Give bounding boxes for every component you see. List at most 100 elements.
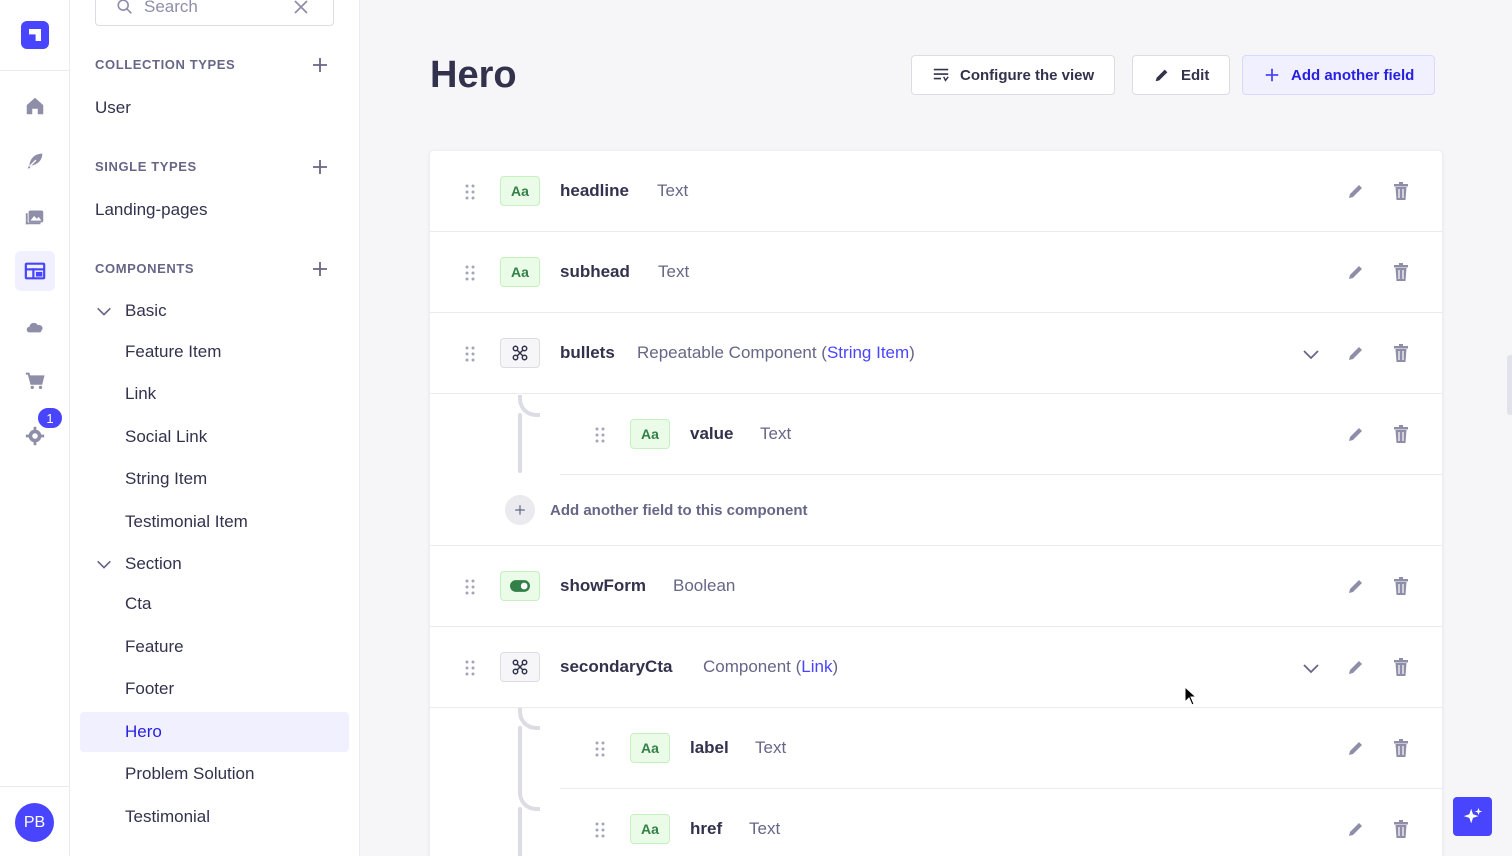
toggle-icon	[510, 580, 530, 592]
add-single-type-icon[interactable]	[310, 157, 330, 177]
trash-icon[interactable]	[1391, 738, 1411, 758]
drag-handle-icon[interactable]	[590, 739, 610, 759]
drag-handle-icon[interactable]	[460, 658, 480, 678]
field-type-prefix: Repeatable Component (	[637, 343, 827, 362]
component-link-feature-item[interactable]: Feature Item	[125, 342, 221, 362]
trash-icon[interactable]	[1391, 657, 1411, 677]
component-link-string-item[interactable]: String Item	[827, 343, 909, 362]
drag-handle-icon[interactable]	[460, 182, 480, 202]
main-nav-rail: 1 PB	[0, 0, 70, 856]
component-link-testimonial-item[interactable]: Testimonial Item	[125, 512, 248, 532]
edit-button[interactable]: Edit	[1132, 55, 1231, 95]
pencil-icon[interactable]	[1346, 657, 1366, 677]
side-panel-handle[interactable]	[1507, 355, 1512, 415]
close-icon[interactable]	[291, 0, 311, 17]
add-field-to-component-button[interactable]: Add another field to this component	[505, 495, 808, 525]
plus-icon	[1265, 68, 1279, 82]
add-another-field-button[interactable]: Add another field	[1242, 55, 1436, 95]
drag-handle-icon[interactable]	[460, 263, 480, 283]
field-type: Text	[755, 738, 787, 757]
cart-icon[interactable]	[15, 361, 55, 401]
single-types-heading: SINGLE TYPES	[95, 159, 197, 174]
pencil-icon[interactable]	[1346, 343, 1366, 363]
add-collection-type-icon[interactable]	[310, 55, 330, 75]
field-type: Text	[658, 262, 690, 281]
search-placeholder: Search	[144, 0, 198, 16]
drag-handle-icon[interactable]	[460, 577, 480, 597]
field-row-subhead: Aa subhead Text	[430, 232, 1442, 313]
nav-link-user[interactable]: User	[95, 98, 131, 118]
drag-handle-icon[interactable]	[460, 344, 480, 364]
component-link-cta[interactable]: Cta	[125, 594, 151, 614]
component-link-testimonial[interactable]: Testimonial	[125, 807, 210, 827]
trash-icon[interactable]	[1391, 262, 1411, 282]
text-field-icon: Aa	[630, 419, 670, 449]
component-link-feature[interactable]: Feature	[125, 637, 184, 657]
component-link-social-link[interactable]: Social Link	[125, 427, 207, 447]
home-icon[interactable]	[15, 86, 55, 126]
nesting-line	[518, 413, 522, 473]
rail-divider-bottom	[0, 786, 70, 787]
media-library-icon[interactable]	[15, 196, 55, 236]
fields-list: Aa headline Text Aa subhead Text bullets…	[430, 151, 1442, 856]
field-name: subhead	[560, 262, 630, 281]
component-field-icon	[500, 652, 540, 682]
trash-icon[interactable]	[1391, 424, 1411, 444]
field-name: value	[690, 424, 734, 443]
trash-icon[interactable]	[1391, 343, 1411, 363]
component-link-link[interactable]: Link	[801, 657, 832, 676]
field-row-bullets: bullets Repeatable Component (String Ite…	[430, 313, 1442, 394]
ai-assistant-button[interactable]	[1453, 797, 1492, 836]
add-field-to-component-label: Add another field to this component	[550, 501, 808, 519]
page-title: Hero	[430, 54, 517, 96]
content-type-builder-icon[interactable]	[15, 251, 55, 291]
component-link-hero[interactable]: Hero	[125, 722, 162, 742]
pencil-icon[interactable]	[1346, 738, 1366, 758]
field-type-prefix: Component (	[703, 657, 802, 676]
configure-view-button[interactable]: Configure the view	[911, 55, 1116, 95]
text-field-icon: Aa	[630, 733, 670, 763]
feather-icon[interactable]	[15, 141, 55, 181]
drag-handle-icon[interactable]	[590, 425, 610, 445]
main-content: Hero Configure the view Edit Add another…	[360, 0, 1512, 856]
component-link-link[interactable]: Link	[125, 384, 156, 404]
add-another-field-label: Add another field	[1291, 66, 1415, 84]
trash-icon[interactable]	[1391, 576, 1411, 596]
strapi-logo[interactable]	[21, 21, 49, 49]
field-type: Repeatable Component (String Item)	[637, 343, 915, 363]
add-component-icon[interactable]	[310, 259, 330, 279]
pencil-icon[interactable]	[1346, 262, 1366, 282]
pencil-icon	[1155, 69, 1168, 82]
field-type: Text	[657, 181, 689, 200]
collection-types-heading: COLLECTION TYPES	[95, 57, 236, 72]
search-icon	[117, 0, 132, 14]
component-group-basic[interactable]: Basic	[95, 301, 167, 321]
rail-divider	[0, 70, 70, 71]
nav-link-landing-pages[interactable]: Landing-pages	[95, 200, 207, 220]
component-link-problem-solution[interactable]: Problem Solution	[125, 764, 254, 784]
component-link-footer[interactable]: Footer	[125, 679, 174, 699]
field-type: Component (Link)	[703, 657, 838, 677]
pencil-icon[interactable]	[1346, 181, 1366, 201]
chevron-down-icon[interactable]	[1301, 344, 1321, 364]
drag-handle-icon[interactable]	[590, 820, 610, 840]
component-group-section[interactable]: Section	[95, 554, 182, 574]
edit-label: Edit	[1181, 66, 1210, 84]
cloud-icon[interactable]	[15, 306, 55, 346]
pencil-icon[interactable]	[1346, 576, 1366, 596]
pencil-icon[interactable]	[1346, 819, 1366, 839]
field-name: href	[690, 819, 723, 838]
text-field-icon: Aa	[500, 176, 540, 206]
chevron-down-icon[interactable]	[1301, 658, 1321, 678]
field-type: Boolean	[673, 576, 736, 595]
component-group-label: Section	[125, 554, 182, 573]
pencil-icon[interactable]	[1346, 424, 1366, 444]
component-link-string-item[interactable]: String Item	[125, 469, 207, 489]
user-avatar[interactable]: PB	[15, 803, 54, 842]
trash-icon[interactable]	[1391, 181, 1411, 201]
chevron-down-icon	[97, 560, 111, 569]
search-input[interactable]: Search	[95, 0, 334, 26]
mouse-cursor-icon	[1184, 686, 1198, 706]
trash-icon[interactable]	[1391, 819, 1411, 839]
component-icon	[512, 659, 528, 675]
